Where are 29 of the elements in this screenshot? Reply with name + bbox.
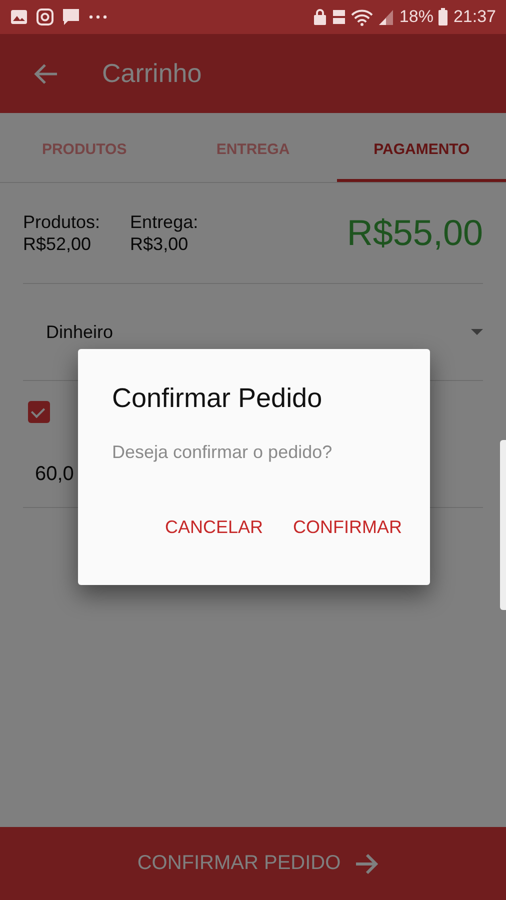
- clock-time: 21:37: [453, 7, 496, 27]
- more-icon: [88, 14, 108, 20]
- checkbox[interactable]: [28, 401, 50, 423]
- dialog-button[interactable]: CONFIRMAR: [285, 509, 410, 546]
- payment-method-dropdown[interactable]: Dinheiro: [46, 322, 471, 342]
- total-price: R$55,00: [346, 212, 483, 254]
- tab[interactable]: ENTREGA: [168, 113, 338, 182]
- dialog-button[interactable]: CANCELAR: [156, 509, 271, 546]
- products-label: Produtos:: [23, 211, 100, 233]
- wifi-icon: [351, 8, 374, 26]
- dialog-title: Confirmar Pedido: [112, 383, 324, 414]
- lock-icon: [313, 8, 328, 26]
- back-arrow-icon[interactable]: [33, 62, 58, 84]
- volte-icon: [332, 8, 346, 26]
- image-icon: [10, 9, 28, 25]
- products-price: R$52,00: [23, 233, 92, 255]
- screen-title: Carrinho: [102, 58, 202, 89]
- camera-icon: [36, 8, 54, 26]
- message-icon: [62, 8, 80, 26]
- delivery-price: R$3,00: [130, 233, 190, 255]
- dropdown-caret-icon[interactable]: [471, 329, 483, 335]
- arrow-right-icon: [354, 852, 379, 874]
- dialog-message: Deseja confirmar o pedido?: [112, 442, 334, 463]
- signal-icon: [378, 9, 394, 25]
- change-amount: 60,0: [35, 463, 74, 486]
- delivery-label: Entrega:: [130, 211, 198, 233]
- battery-icon: [438, 8, 448, 26]
- battery-percent: 18%: [399, 7, 434, 27]
- tab[interactable]: PRODUTOS: [0, 113, 169, 182]
